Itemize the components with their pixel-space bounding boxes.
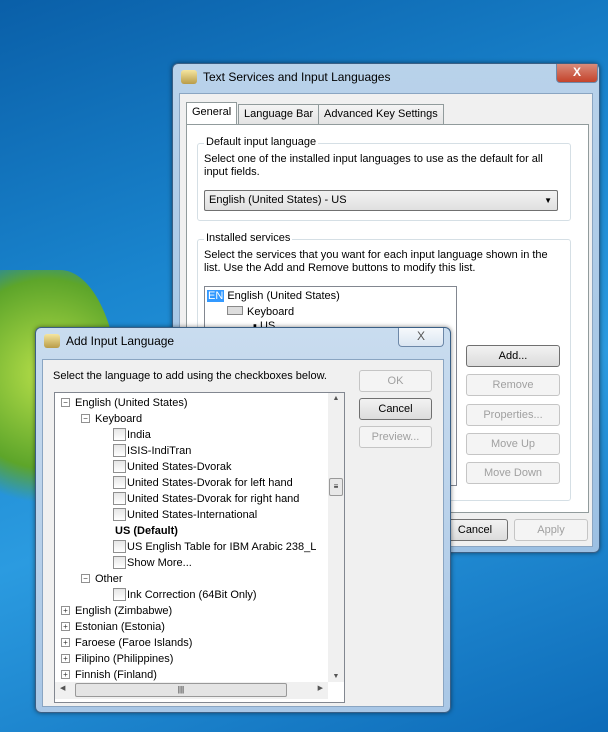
tree-item-label: Estonian (Estonia)	[75, 621, 165, 633]
title-bar: Text Services and Input Languages	[181, 70, 390, 84]
group-description: Select one of the installed input langua…	[204, 153, 543, 178]
chevron-down-icon: ▼	[544, 196, 552, 205]
tree-item-label: Show More...	[127, 557, 192, 569]
tree-item-label: Ink Correction (64Bit Only)	[127, 589, 257, 601]
tree-item[interactable]: ISIS-IndiTran	[55, 443, 327, 459]
tree-item-label: United States-Dvorak	[127, 461, 232, 473]
move-up-button[interactable]: Move Up	[466, 433, 560, 455]
tree-item[interactable]: − Keyboard	[55, 411, 327, 427]
scroll-thumb[interactable]: ≡	[329, 478, 343, 496]
properties-button[interactable]: Properties...	[466, 404, 560, 426]
tree-item[interactable]: + Estonian (Estonia)	[55, 619, 327, 635]
checkbox[interactable]	[113, 460, 126, 473]
checkbox[interactable]	[113, 508, 126, 521]
tree-item[interactable]: − Other	[55, 571, 327, 587]
tree-item[interactable]: United States-International	[55, 507, 327, 523]
expand-icon[interactable]: +	[61, 606, 70, 615]
add-input-language-dialog: Add Input Language X Select the language…	[35, 327, 451, 713]
tree-item-label: Faroese (Faroe Islands)	[75, 637, 193, 649]
tree-item-label: India	[127, 429, 151, 441]
tree-item-label: US English Table for IBM Arabic 238_L	[127, 541, 317, 553]
default-language-select[interactable]: English (United States) - US ▼	[204, 190, 558, 211]
cancel-button[interactable]: Cancel	[442, 519, 508, 541]
expand-icon[interactable]: +	[61, 622, 70, 631]
tree-item-label: United States-Dvorak for left hand	[127, 477, 293, 489]
tab-general[interactable]: General	[186, 102, 238, 124]
dialog-title: Text Services and Input Languages	[203, 70, 391, 84]
scroll-down-arrow[interactable]: ▼	[328, 673, 344, 680]
tree-item-label: Filipino (Philippines)	[75, 653, 174, 665]
checkbox[interactable]	[113, 476, 126, 489]
tree-item[interactable]: United States-Dvorak for right hand	[55, 491, 327, 507]
instruction-text: Select the language to add using the che…	[53, 370, 327, 382]
expand-icon[interactable]: +	[61, 638, 70, 647]
checkbox[interactable]	[113, 556, 126, 569]
collapse-icon[interactable]: −	[81, 414, 90, 423]
tree-item[interactable]: Show More...	[55, 555, 327, 571]
tree-item-label: ISIS-IndiTran	[127, 445, 192, 457]
tree-item-label: United States-Dvorak for right hand	[127, 493, 300, 505]
add-button[interactable]: Add...	[466, 345, 560, 367]
scroll-left-arrow[interactable]: ◀	[60, 684, 65, 692]
tree-item[interactable]: + Finnish (Finland)	[55, 667, 327, 683]
tree-item[interactable]: India	[55, 427, 327, 443]
title-bar: Add Input Language	[44, 334, 174, 348]
scroll-up-arrow[interactable]: ▲	[328, 395, 344, 402]
tree-item[interactable]: United States-Dvorak	[55, 459, 327, 475]
checkbox[interactable]	[113, 428, 126, 441]
close-button[interactable]: X	[556, 64, 598, 83]
collapse-icon[interactable]: −	[61, 398, 70, 407]
group-label: Default input language	[204, 136, 319, 148]
apply-button[interactable]: Apply	[514, 519, 588, 541]
tree-item-label: United States-International	[127, 509, 258, 521]
tree-item-language[interactable]: EN English (United States)	[207, 288, 340, 304]
move-down-button[interactable]: Move Down	[466, 462, 560, 484]
expand-icon[interactable]: +	[61, 654, 70, 663]
tree-item[interactable]: + English (Zimbabwe)	[55, 603, 327, 619]
scroll-thumb-horizontal[interactable]: |||	[75, 683, 287, 697]
language-tree[interactable]: + Finnish (Finland) + Filipino (Philippines…	[54, 392, 345, 703]
default-language-group: Default input language Select one of the…	[197, 136, 571, 221]
app-icon	[44, 334, 60, 348]
cancel-button[interactable]: Cancel	[359, 398, 432, 420]
checkbox[interactable]	[113, 492, 126, 505]
group-label: Installed services	[204, 232, 293, 244]
ok-button[interactable]: OK	[359, 370, 432, 392]
keyboard-icon	[227, 306, 243, 315]
preview-button[interactable]: Preview...	[359, 426, 432, 448]
dialog-body: Select the language to add using the che…	[42, 359, 444, 707]
remove-button[interactable]: Remove	[466, 374, 560, 396]
tree-item[interactable]: United States-Dvorak for left hand	[55, 475, 327, 491]
tree-item[interactable]: US (Default)	[55, 523, 327, 539]
tree-item-label: Finnish (Finland)	[75, 669, 157, 681]
tree-item-label: English (United States)	[75, 397, 188, 409]
tree-item-label: US (Default)	[115, 525, 178, 537]
checkbox[interactable]	[113, 588, 126, 601]
tree-item[interactable]: Ink Correction (64Bit Only)	[55, 587, 327, 603]
tree-item[interactable]: US English Table for IBM Arabic 238_L	[55, 539, 327, 555]
horizontal-scrollbar[interactable]: ◀ ||| ▶	[55, 682, 328, 699]
collapse-icon[interactable]: −	[81, 574, 90, 583]
selected-value: English (United States) - US	[209, 194, 347, 206]
checkbox[interactable]	[113, 444, 126, 457]
app-icon	[181, 70, 197, 84]
checkbox[interactable]	[113, 540, 126, 553]
tree-item[interactable]: + Filipino (Philippines)	[55, 651, 327, 667]
tree-item[interactable]: − English (United States)	[55, 395, 327, 411]
scroll-right-arrow[interactable]: ▶	[318, 684, 323, 692]
vertical-scrollbar[interactable]: ▲ ≡ ▼	[328, 393, 344, 682]
tree-item-label: Keyboard	[95, 413, 143, 425]
tab-advanced-key-settings[interactable]: Advanced Key Settings	[318, 104, 444, 124]
expand-icon[interactable]: +	[61, 670, 70, 679]
en-badge: EN	[207, 290, 225, 302]
tree-item-label: English (Zimbabwe)	[75, 605, 173, 617]
tree-item-label: Other	[95, 573, 123, 585]
tree-item[interactable]: + Faroese (Faroe Islands)	[55, 635, 327, 651]
tab-language-bar[interactable]: Language Bar	[238, 104, 320, 124]
dialog-title: Add Input Language	[66, 334, 175, 348]
group-description: Select the services that you want for ea…	[204, 249, 548, 274]
close-button[interactable]: X	[398, 328, 444, 347]
